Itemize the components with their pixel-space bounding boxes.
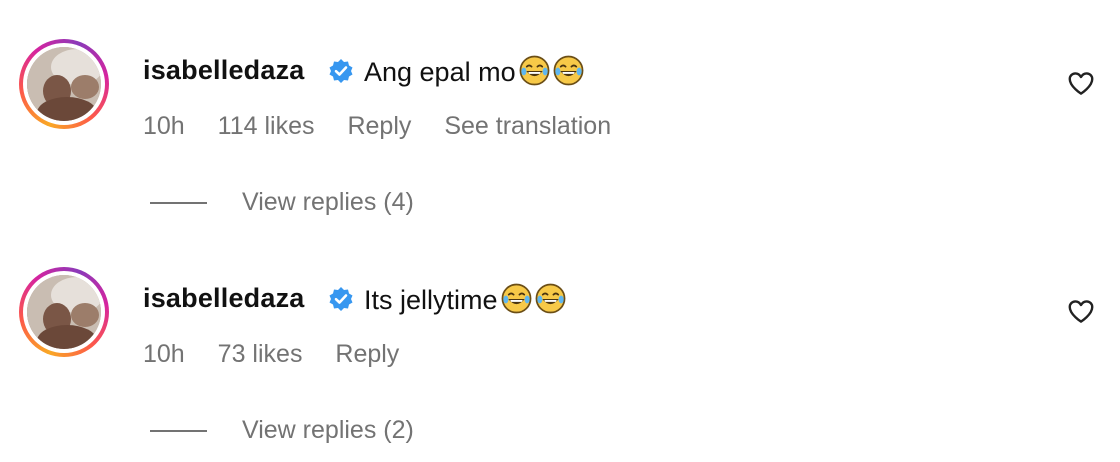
username[interactable]: isabelledaza <box>143 55 305 86</box>
comment-text-content: Ang epal mo <box>364 57 516 87</box>
comment-item: isabelledaza Its jellytime 10h 73 likes … <box>0 228 1120 444</box>
view-replies-label: View replies (2) <box>242 416 414 444</box>
reply-button[interactable]: Reply <box>347 112 411 140</box>
avatar-photo-graphic <box>27 47 101 121</box>
view-replies-button[interactable]: View replies (2) <box>150 416 414 445</box>
comment-item: isabelledaza Ang epal mo 10h 114 likes R… <box>0 0 1120 216</box>
comment-text-content: Its jellytime <box>364 285 498 315</box>
comment-text: Its jellytime <box>364 283 566 321</box>
avatar[interactable] <box>19 39 109 129</box>
verified-badge-icon <box>329 287 353 311</box>
face-with-tears-of-joy-icon <box>553 55 584 86</box>
see-translation-button[interactable]: See translation <box>444 112 611 140</box>
face-with-tears-of-joy-icon <box>501 283 531 314</box>
comment-time: 10h <box>143 112 185 140</box>
view-replies-button[interactable]: View replies (4) <box>150 188 414 217</box>
likes-count[interactable]: 114 likes <box>218 112 315 140</box>
replies-divider-line <box>150 429 207 432</box>
comment-text: Ang epal mo <box>364 55 584 93</box>
face-with-tears-of-joy-icon <box>535 283 565 314</box>
avatar-photo <box>27 275 101 349</box>
emoji-group <box>516 55 584 93</box>
avatar-photo <box>27 47 101 121</box>
heart-icon[interactable] <box>1066 68 1096 98</box>
verified-badge-icon <box>329 59 353 83</box>
reply-button[interactable]: Reply <box>335 340 399 368</box>
avatar[interactable] <box>19 267 109 357</box>
heart-icon[interactable] <box>1066 296 1096 326</box>
replies-divider-line <box>150 201 207 204</box>
avatar-ring-gap <box>23 271 105 353</box>
comment-time: 10h <box>143 340 185 368</box>
view-replies-label: View replies (4) <box>242 188 414 216</box>
comment-meta: 10h 114 likes Reply See translation <box>143 112 637 141</box>
username[interactable]: isabelledaza <box>143 283 305 314</box>
emoji-group <box>498 283 566 321</box>
comment-meta: 10h 73 likes Reply <box>143 340 425 369</box>
avatar-photo-graphic <box>27 275 101 349</box>
likes-count[interactable]: 73 likes <box>218 340 303 368</box>
face-with-tears-of-joy-icon <box>519 55 550 86</box>
avatar-ring-gap <box>23 43 105 125</box>
